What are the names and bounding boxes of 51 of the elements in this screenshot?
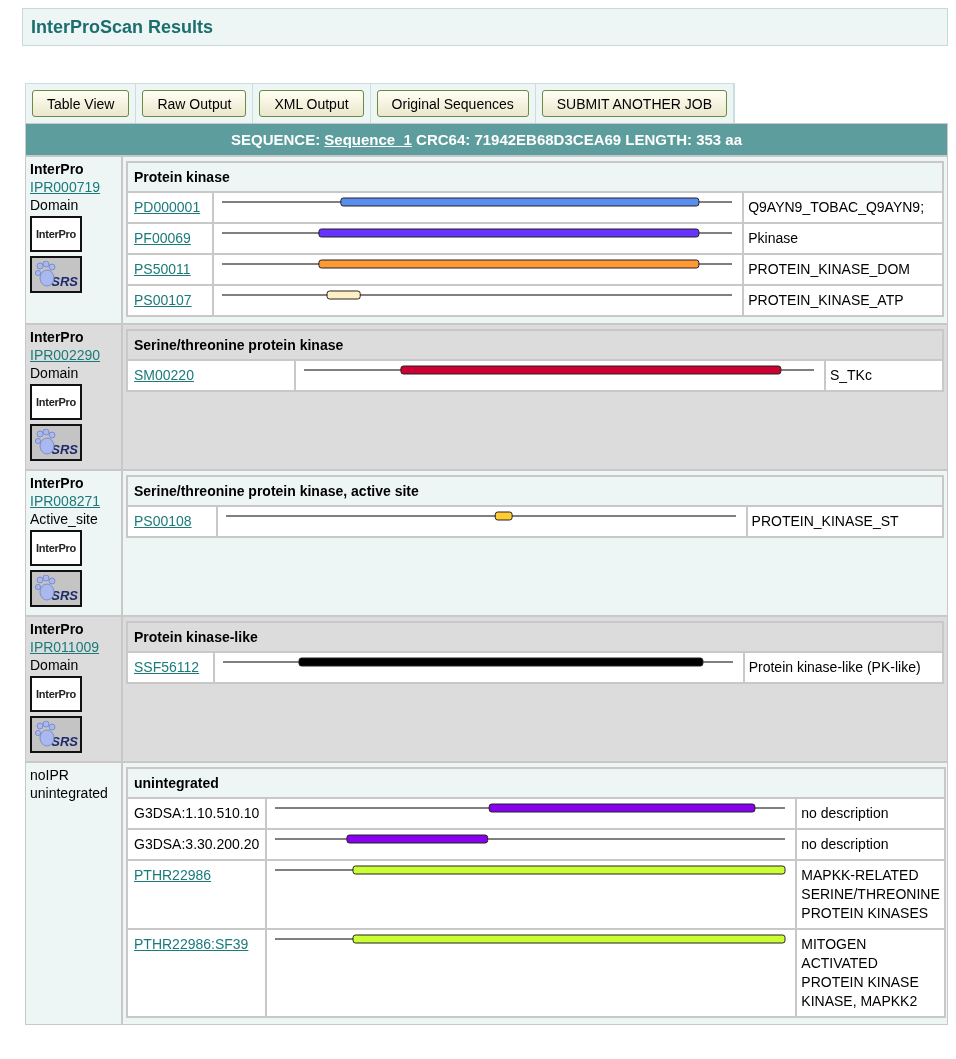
match-description: PROTEIN_KINASE_ST <box>751 513 899 529</box>
toolbar-button[interactable]: XML Output <box>259 90 364 117</box>
accession-link[interactable]: IPR008271 <box>30 492 117 510</box>
sequence-header: SEQUENCE: Sequence_1 CRC64: 71942EB68D3CEA69 LENGTH: 353 aa <box>230 131 743 148</box>
entry-type: Domain <box>30 656 80 674</box>
srs-logo-link[interactable]: SRS <box>30 424 82 461</box>
match-name: G3DSA:1.10.510.10 <box>134 805 260 821</box>
toolbar-button[interactable]: Original Sequences <box>376 90 529 117</box>
toolbar-button[interactable]: Table View <box>32 90 130 117</box>
source-label: InterPro <box>30 160 85 178</box>
source-label: InterPro <box>30 474 85 492</box>
group-title: Protein kinase <box>127 162 943 192</box>
match-description: MITOGEN ACTIVATED PROTEIN KINASE KINASE, MAPKK2 <box>801 936 919 1009</box>
srs-logo-link[interactable]: SRS <box>30 716 82 753</box>
srs-logo-link[interactable]: SRS <box>30 256 82 293</box>
match-name: G3DSA:3.30.200.20 <box>134 836 260 852</box>
accession-link[interactable]: IPR000719 <box>30 178 117 196</box>
source-label: InterPro <box>30 620 85 638</box>
group-title: Protein kinase-like <box>127 622 943 652</box>
match-description: S_TKc <box>829 367 872 383</box>
match-description: MAPKK-RELATED SERINE/THREONINE PROTEIN KINASES <box>801 867 940 921</box>
interpro-logo-link[interactable]: InterPro <box>30 676 82 712</box>
match-link[interactable]: SM00220 <box>134 367 194 383</box>
match-description: PROTEIN_KINASE_ATP <box>748 292 904 308</box>
entry-type: Active_site <box>30 510 99 528</box>
match-link[interactable]: PTHR22986 <box>134 867 212 883</box>
match-description: Pkinase <box>748 230 798 246</box>
group-title: Serine/threonine protein kinase <box>127 330 943 360</box>
match-link[interactable]: PTHR22986:SF39 <box>134 936 249 952</box>
source-label: InterPro <box>30 328 85 346</box>
group-title: unintegrated <box>127 768 945 798</box>
match-description: Q9AYN9_TOBAC_Q9AYN9; <box>748 199 925 215</box>
interpro-logo-link[interactable]: InterPro <box>30 216 82 252</box>
match-description: no description <box>801 805 889 821</box>
match-description: Protein kinase-like (PK-like) <box>748 659 921 675</box>
toolbar-button[interactable]: Raw Output <box>142 90 247 117</box>
accession-link[interactable]: IPR002290 <box>30 346 117 364</box>
accession-link[interactable]: IPR011009 <box>30 638 117 656</box>
page-title: InterProScan Results <box>22 8 948 46</box>
toolbar-button[interactable]: SUBMIT ANOTHER JOB <box>541 90 728 117</box>
match-description: no description <box>801 836 889 852</box>
interpro-logo-link[interactable]: InterPro <box>30 384 82 420</box>
entry-type: unintegrated <box>30 784 109 802</box>
entry-type: Domain <box>30 364 80 382</box>
match-description: PROTEIN_KINASE_DOM <box>748 261 910 277</box>
entry-type: Domain <box>30 196 80 214</box>
group-title: Serine/threonine protein kinase, active site <box>127 476 943 506</box>
srs-logo-link[interactable]: SRS <box>30 570 82 607</box>
source-label: noIPR <box>30 766 70 784</box>
sequence-link[interactable]: Sequence_1 <box>324 131 412 148</box>
interpro-logo-link[interactable]: InterPro <box>30 530 82 566</box>
